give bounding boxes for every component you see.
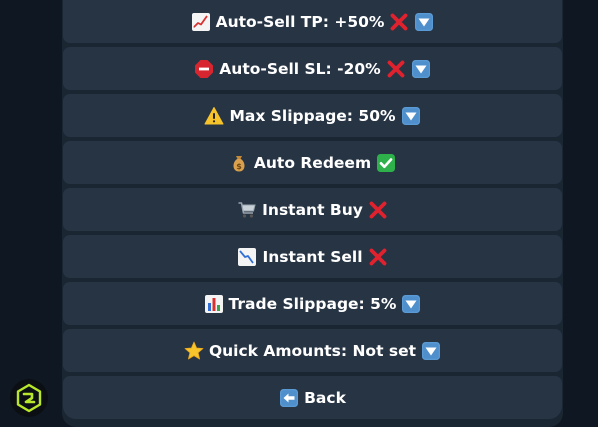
bar-chart-icon bbox=[204, 294, 224, 314]
button-label: Auto-Sell SL: -20% bbox=[219, 59, 381, 78]
keyboard-button-auto-redeem[interactable]: $ Auto Redeem bbox=[63, 141, 562, 184]
cross-mark-icon bbox=[368, 200, 388, 220]
down-arrow-button-icon bbox=[421, 341, 441, 361]
down-arrow-button-icon bbox=[411, 59, 431, 79]
cross-mark-icon bbox=[386, 59, 406, 79]
bot-logo-icon bbox=[16, 383, 42, 413]
button-label: Trade Slippage: 5% bbox=[228, 294, 397, 313]
button-label: Back bbox=[304, 388, 346, 407]
warning-icon bbox=[204, 106, 224, 126]
button-label: Instant Buy bbox=[262, 200, 363, 219]
down-arrow-button-icon bbox=[401, 106, 421, 126]
svg-text:$: $ bbox=[236, 162, 242, 171]
stop-sign-icon bbox=[194, 59, 214, 79]
money-bag-icon: $ bbox=[229, 153, 249, 173]
button-label: Auto-Sell TP: +50% bbox=[215, 12, 385, 31]
button-label: Auto Redeem bbox=[253, 153, 372, 172]
button-label: Max Slippage: 50% bbox=[229, 106, 396, 125]
chart-decreasing-icon bbox=[237, 247, 257, 267]
keyboard-button-quick-amounts-not-set[interactable]: Quick Amounts: Not set bbox=[63, 329, 562, 372]
check-mark-button-icon bbox=[376, 153, 396, 173]
keyboard-button-instant-sell[interactable]: Instant Sell bbox=[63, 235, 562, 278]
keyboard-button-instant-buy[interactable]: Instant Buy bbox=[63, 188, 562, 231]
shopping-cart-icon bbox=[237, 200, 257, 220]
down-arrow-button-icon bbox=[414, 12, 434, 32]
keyboard-button-auto-sell-tp-50[interactable]: Auto-Sell TP: +50% bbox=[63, 0, 562, 43]
chat-view: Auto-Sell TP: +50% Auto-Sell SL: -20% Max … bbox=[0, 0, 598, 427]
chart-increasing-icon bbox=[191, 12, 211, 32]
keyboard-button-auto-sell-sl-20[interactable]: Auto-Sell SL: -20% bbox=[63, 47, 562, 90]
cross-mark-icon bbox=[389, 12, 409, 32]
button-label: Quick Amounts: Not set bbox=[208, 341, 417, 360]
star-icon bbox=[184, 341, 204, 361]
keyboard-button-max-slippage-50[interactable]: Max Slippage: 50% bbox=[63, 94, 562, 137]
button-label: Instant Sell bbox=[262, 247, 363, 266]
inline-keyboard: Auto-Sell TP: +50% Auto-Sell SL: -20% Max … bbox=[62, 0, 563, 427]
cross-mark-icon bbox=[368, 247, 388, 267]
keyboard-button-back[interactable]: Back bbox=[63, 376, 562, 419]
down-arrow-button-icon bbox=[401, 294, 421, 314]
bot-avatar[interactable] bbox=[10, 379, 48, 417]
keyboard-button-trade-slippage-5[interactable]: Trade Slippage: 5% bbox=[63, 282, 562, 325]
left-arrow-button-icon bbox=[279, 388, 299, 408]
